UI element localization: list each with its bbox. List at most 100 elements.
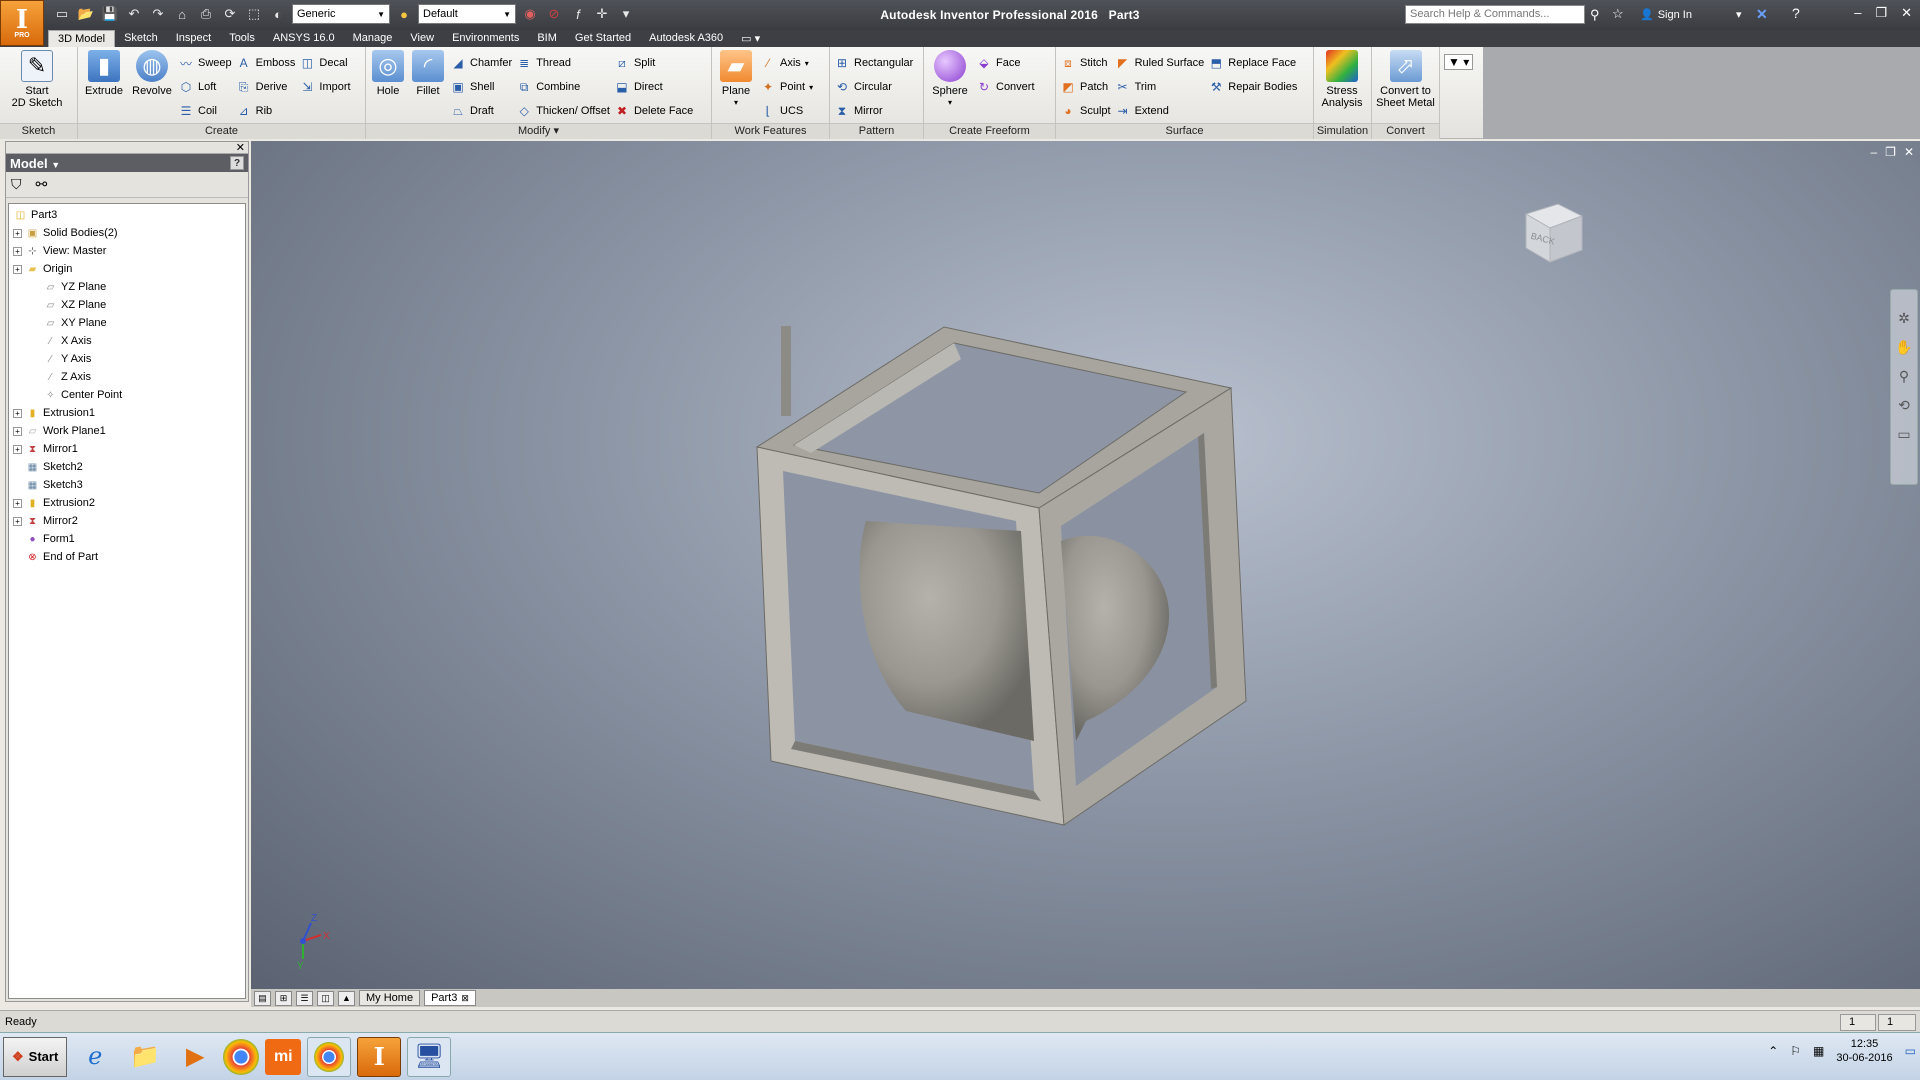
search-icon[interactable]: ⚲ xyxy=(1590,7,1600,23)
find-icon[interactable]: ⚯ xyxy=(36,176,48,193)
save-icon[interactable]: 💾 xyxy=(100,4,120,24)
tree-node[interactable]: ⊗ End of Part xyxy=(9,548,245,566)
exchange-icon[interactable]: ✕ xyxy=(1756,6,1768,23)
tab-bim[interactable]: BIM xyxy=(528,30,566,47)
shell-button[interactable]: ▣ Shell xyxy=(450,77,512,97)
tree-node[interactable]: + ▮ Extrusion1 xyxy=(9,404,245,422)
tab-manage[interactable]: Manage xyxy=(344,30,402,47)
expand-icon[interactable]: + xyxy=(13,516,22,526)
network-icon[interactable]: ▦ xyxy=(1813,1044,1824,1058)
face-button[interactable]: ⬙ Face xyxy=(976,53,1035,73)
chrome-icon[interactable] xyxy=(307,1036,352,1077)
update-icon[interactable]: ⟳ xyxy=(220,4,240,24)
search-input[interactable]: Search Help & Commands... xyxy=(1405,5,1585,24)
clock[interactable]: 12:35 30-06-2016 xyxy=(1836,1037,1892,1065)
start-button[interactable]: ❖ Start xyxy=(3,1036,68,1077)
import-button[interactable]: ⇲ Import xyxy=(299,77,350,97)
crosshair-icon[interactable]: ✛ xyxy=(592,4,612,24)
model-geometry[interactable] xyxy=(251,141,1920,989)
split-button[interactable]: ⧄ Split xyxy=(614,53,693,73)
application-menu-button[interactable]: I PRO xyxy=(0,0,44,46)
close-icon[interactable]: ✕ xyxy=(1901,5,1912,21)
properties-icon[interactable]: ◐ xyxy=(268,4,288,24)
clear-icon[interactable]: ⊘ xyxy=(544,4,564,24)
favorites-icon[interactable]: ☆ xyxy=(1612,6,1624,22)
tree-node[interactable]: + ▣ Solid Bodies(2) xyxy=(9,224,245,242)
orbit-icon[interactable]: ⟲ xyxy=(1898,397,1910,414)
view-cube[interactable]: BACK xyxy=(1516,196,1586,266)
tree-node[interactable]: + ▮ Extrusion2 xyxy=(9,494,245,512)
thread-button[interactable]: ≣ Thread xyxy=(516,53,610,73)
decal-button[interactable]: ◫ Decal xyxy=(299,53,350,73)
tab-my-home[interactable]: My Home xyxy=(359,990,421,1006)
camera-icon[interactable]: ▭ ▾ xyxy=(732,30,769,47)
steering-wheel-icon[interactable]: ✲ xyxy=(1898,310,1910,327)
coil-button[interactable]: ☰ Coil xyxy=(178,101,232,121)
rectangular-button[interactable]: ⊞ Rectangular xyxy=(834,53,913,73)
repair-bodies-button[interactable]: ⚒ Repair Bodies xyxy=(1208,77,1297,97)
customize-icon[interactable]: ▾ xyxy=(616,4,636,24)
sculpt-button[interactable]: ◕ Sculpt xyxy=(1060,101,1110,121)
browser-help-icon[interactable]: ? xyxy=(230,156,244,170)
filter-icon[interactable]: ⛉ xyxy=(11,176,22,193)
draft-button[interactable]: ⏢ Draft xyxy=(450,101,512,121)
internet-explorer-icon[interactable]: ℯ xyxy=(73,1037,117,1077)
mi-icon[interactable]: mi xyxy=(265,1038,302,1075)
tree-node[interactable]: ◫ Part3 xyxy=(9,206,245,224)
patch-button[interactable]: ◩ Patch xyxy=(1060,77,1111,97)
direct-button[interactable]: ⬓ Direct xyxy=(614,77,693,97)
loft-button[interactable]: ⬡ Loft xyxy=(178,77,232,97)
show-desktop-icon[interactable]: ▭ xyxy=(1905,1044,1916,1058)
tree-node[interactable]: ▱ YZ Plane xyxy=(9,278,245,296)
tree-node[interactable]: + ⧗ Mirror2 xyxy=(9,512,245,530)
adjust-icon[interactable]: ◉ xyxy=(520,4,540,24)
look-at-icon[interactable]: ▭ xyxy=(1897,426,1910,443)
tab-sketch[interactable]: Sketch xyxy=(115,30,167,47)
expand-icon[interactable]: + xyxy=(13,246,22,256)
tab-inspect[interactable]: Inspect xyxy=(167,30,220,47)
remote-desktop-icon[interactable]: 🖥 xyxy=(407,1036,452,1077)
extend-button[interactable]: ⇥ Extend xyxy=(1115,101,1205,121)
ribbon-options-icon[interactable]: ▼ ▾ xyxy=(1444,54,1474,70)
zoom-icon[interactable]: ⚲ xyxy=(1899,368,1909,385)
restore-icon[interactable]: ❐ xyxy=(1875,5,1887,21)
freeform-convert-button[interactable]: ↻ Convert xyxy=(976,77,1035,97)
expand-icon[interactable]: + xyxy=(13,228,22,238)
home-icon[interactable]: ⌂ xyxy=(172,4,192,24)
flag-icon[interactable]: ⚐ xyxy=(1790,1044,1801,1058)
tree-node[interactable]: ▱ XY Plane xyxy=(9,314,245,332)
tree-node[interactable]: + ⊹ View: Master xyxy=(9,242,245,260)
media-player-icon[interactable]: ▶ xyxy=(173,1037,217,1077)
tab-3d-model[interactable]: 3D Model xyxy=(48,30,116,47)
chamfer-button[interactable]: ◢ Chamfer xyxy=(450,53,512,73)
browser-grip[interactable]: ✕ xyxy=(6,142,248,154)
tree-node[interactable]: ▱ XZ Plane xyxy=(9,296,245,314)
file-explorer-icon[interactable]: 📁 xyxy=(123,1037,167,1077)
expand-icon[interactable]: + xyxy=(13,408,22,418)
sign-in-button[interactable]: 👤 Sign In ▾ xyxy=(1640,8,1741,22)
tab-view[interactable]: View xyxy=(401,30,443,47)
redo-icon[interactable]: ↷ xyxy=(148,4,168,24)
print-icon[interactable]: ⎙ xyxy=(196,4,216,24)
tree-node[interactable]: ▦ Sketch2 xyxy=(9,458,245,476)
help-icon[interactable]: ? xyxy=(1792,5,1800,21)
browser-header[interactable]: Model ▼ ? xyxy=(6,154,248,172)
trim-button[interactable]: ✂ Trim xyxy=(1115,77,1205,97)
mirror-button[interactable]: ⧗ Mirror xyxy=(834,101,913,121)
tree-node[interactable]: ⁄ Y Axis xyxy=(9,350,245,368)
tree-node[interactable]: + ▰ Origin xyxy=(9,260,245,278)
vertical-view-icon[interactable]: ◫ xyxy=(317,990,334,1006)
panel-title-modify[interactable]: Modify ▾ xyxy=(366,123,711,139)
expand-icon[interactable]: + xyxy=(13,444,22,454)
show-hidden-icons-icon[interactable]: ⌃ xyxy=(1768,1044,1778,1058)
horizontal-view-icon[interactable]: ☰ xyxy=(296,990,313,1006)
ucs-button[interactable]: ⌊ UCS xyxy=(760,101,813,121)
tree-node[interactable]: ✧ Center Point xyxy=(9,386,245,404)
replace-face-button[interactable]: ⬒ Replace Face xyxy=(1208,53,1297,73)
tree-node[interactable]: ⁄ Z Axis xyxy=(9,368,245,386)
point-button[interactable]: ✦ Point ▾ xyxy=(760,77,813,97)
emboss-button[interactable]: A Emboss xyxy=(236,53,296,73)
tab-autodesk-a360[interactable]: Autodesk A360 xyxy=(640,30,732,47)
fx-icon[interactable]: f xyxy=(568,4,588,24)
thicken-offset-button[interactable]: ◇ Thicken/ Offset xyxy=(516,101,610,121)
